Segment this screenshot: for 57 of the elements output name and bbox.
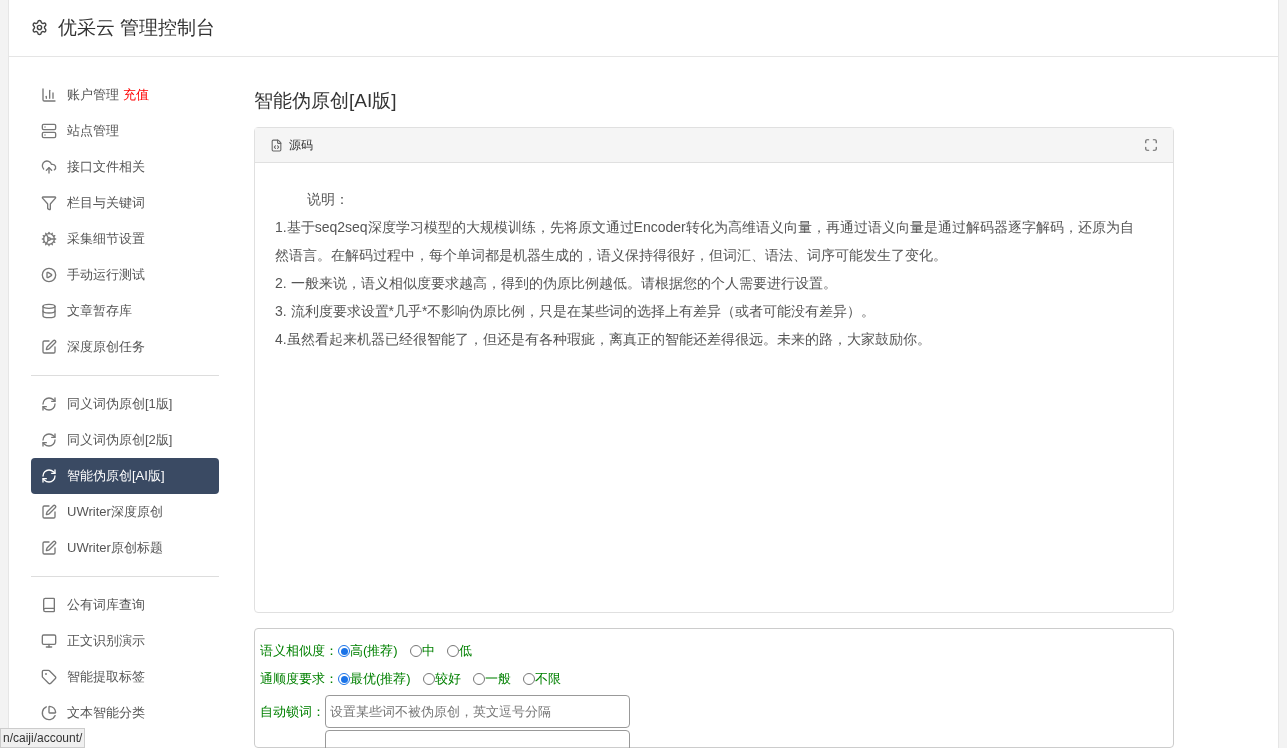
sidebar-item[interactable]: 公有词库查询 — [31, 586, 219, 623]
filter-icon — [41, 194, 57, 211]
settings-icon — [31, 19, 48, 37]
server-icon — [41, 122, 57, 139]
sidebar-item[interactable]: 接口文件相关 — [31, 148, 219, 185]
radio-option[interactable]: 最优(推荐) — [338, 669, 411, 689]
play-icon — [41, 266, 57, 283]
radio-option[interactable]: 高(推荐) — [338, 641, 398, 661]
console-title: 优采云 管理控制台 — [58, 15, 216, 40]
description-paragraph: 1.基于seq2seq深度学习模型的大规模训练，先将原文通过Encoder转化为高维语义向量，再通过语义向量是通过解码器逐字解码，还原为自然语言。在解码过程中，每个单词都是机器生成的，语义保持得很好，但词汇、语法、词序可能发生了变化。 — [275, 218, 1135, 265]
fullscreen-icon[interactable] — [1144, 138, 1158, 152]
option-label: 语义相似度： — [260, 642, 338, 661]
sidebar-item[interactable]: 智能伪原创[AI版] — [31, 457, 219, 494]
book-icon — [41, 596, 57, 613]
sidebar-item[interactable]: UWriter深度原创 — [31, 493, 219, 530]
monitor-icon — [41, 632, 57, 649]
edit-icon — [41, 503, 57, 520]
sidebar-item[interactable]: 智能提取标签 — [31, 658, 219, 695]
description-paragraph: 2. 一般来说，语义相似度要求越高，得到的伪原比例越低。请根据您的个人需要进行设置。 — [275, 274, 838, 293]
radio-option[interactable]: 较好 — [422, 669, 461, 689]
tag-icon — [41, 668, 57, 685]
description-paragraph: 3. 流利度要求设置*几乎*不影响伪原比例，只是在某些词的选择上有差异（或者可能没有差异）。 — [275, 302, 877, 321]
cloud-upload-icon — [41, 158, 57, 175]
sidebar-item[interactable]: 站点管理 — [31, 112, 219, 149]
sidebar-item[interactable]: 同义词伪原创[2版] — [31, 421, 219, 458]
option-label: 通顺度要求： — [260, 670, 338, 689]
sidebar-item[interactable]: 采集细节设置 — [31, 220, 219, 257]
edit-icon — [41, 338, 57, 355]
sidebar-item[interactable]: 正文识别演示 — [31, 622, 219, 659]
database-icon — [41, 302, 57, 319]
refresh-icon — [41, 395, 57, 412]
radio-option[interactable]: 中 — [409, 641, 435, 661]
page-title: 智能伪原创[AI版] — [254, 88, 398, 113]
sidebar-item[interactable]: 文本智能分类 — [31, 694, 219, 731]
radio-option[interactable]: 不限 — [522, 669, 561, 689]
pie-chart-icon — [41, 704, 57, 721]
status-bar-url: n/caiji/account/ — [0, 728, 86, 748]
sidebar-item[interactable]: 文章暂存库 — [31, 292, 219, 329]
edit-icon — [41, 539, 57, 556]
sidebar-item[interactable]: 账户管理 充值 — [31, 76, 219, 113]
option-label: 自动锁词： — [260, 703, 325, 721]
sidebar-item[interactable]: UWriter原创标题 — [31, 529, 219, 566]
sidebar-item[interactable]: 手动运行测试 — [31, 256, 219, 293]
refresh-icon — [41, 431, 57, 448]
description-heading: 说明： — [306, 190, 350, 209]
lock-words-field[interactable]: 设置某些词不被伪原创，英文逗号分隔 — [325, 695, 630, 728]
refresh-icon — [41, 467, 57, 484]
sidebar-item[interactable]: 深度原创任务 — [31, 328, 219, 365]
gears-icon — [41, 230, 57, 247]
bar-chart-icon — [41, 86, 57, 103]
radio-option[interactable]: 一般 — [472, 669, 511, 689]
description-paragraph: 4.虽然看起来机器已经很智能了，但还是有各种瑕疵，离真正的智能还差得很远。未来的路，大家鼓励你。 — [275, 330, 932, 349]
sidebar-item[interactable]: 同义词伪原创[1版] — [31, 385, 219, 422]
radio-option[interactable]: 低 — [446, 641, 472, 661]
code-file-icon — [270, 138, 283, 152]
panel-title: 源码 — [289, 137, 313, 154]
sidebar-item[interactable]: 栏目与关键词 — [31, 184, 219, 221]
